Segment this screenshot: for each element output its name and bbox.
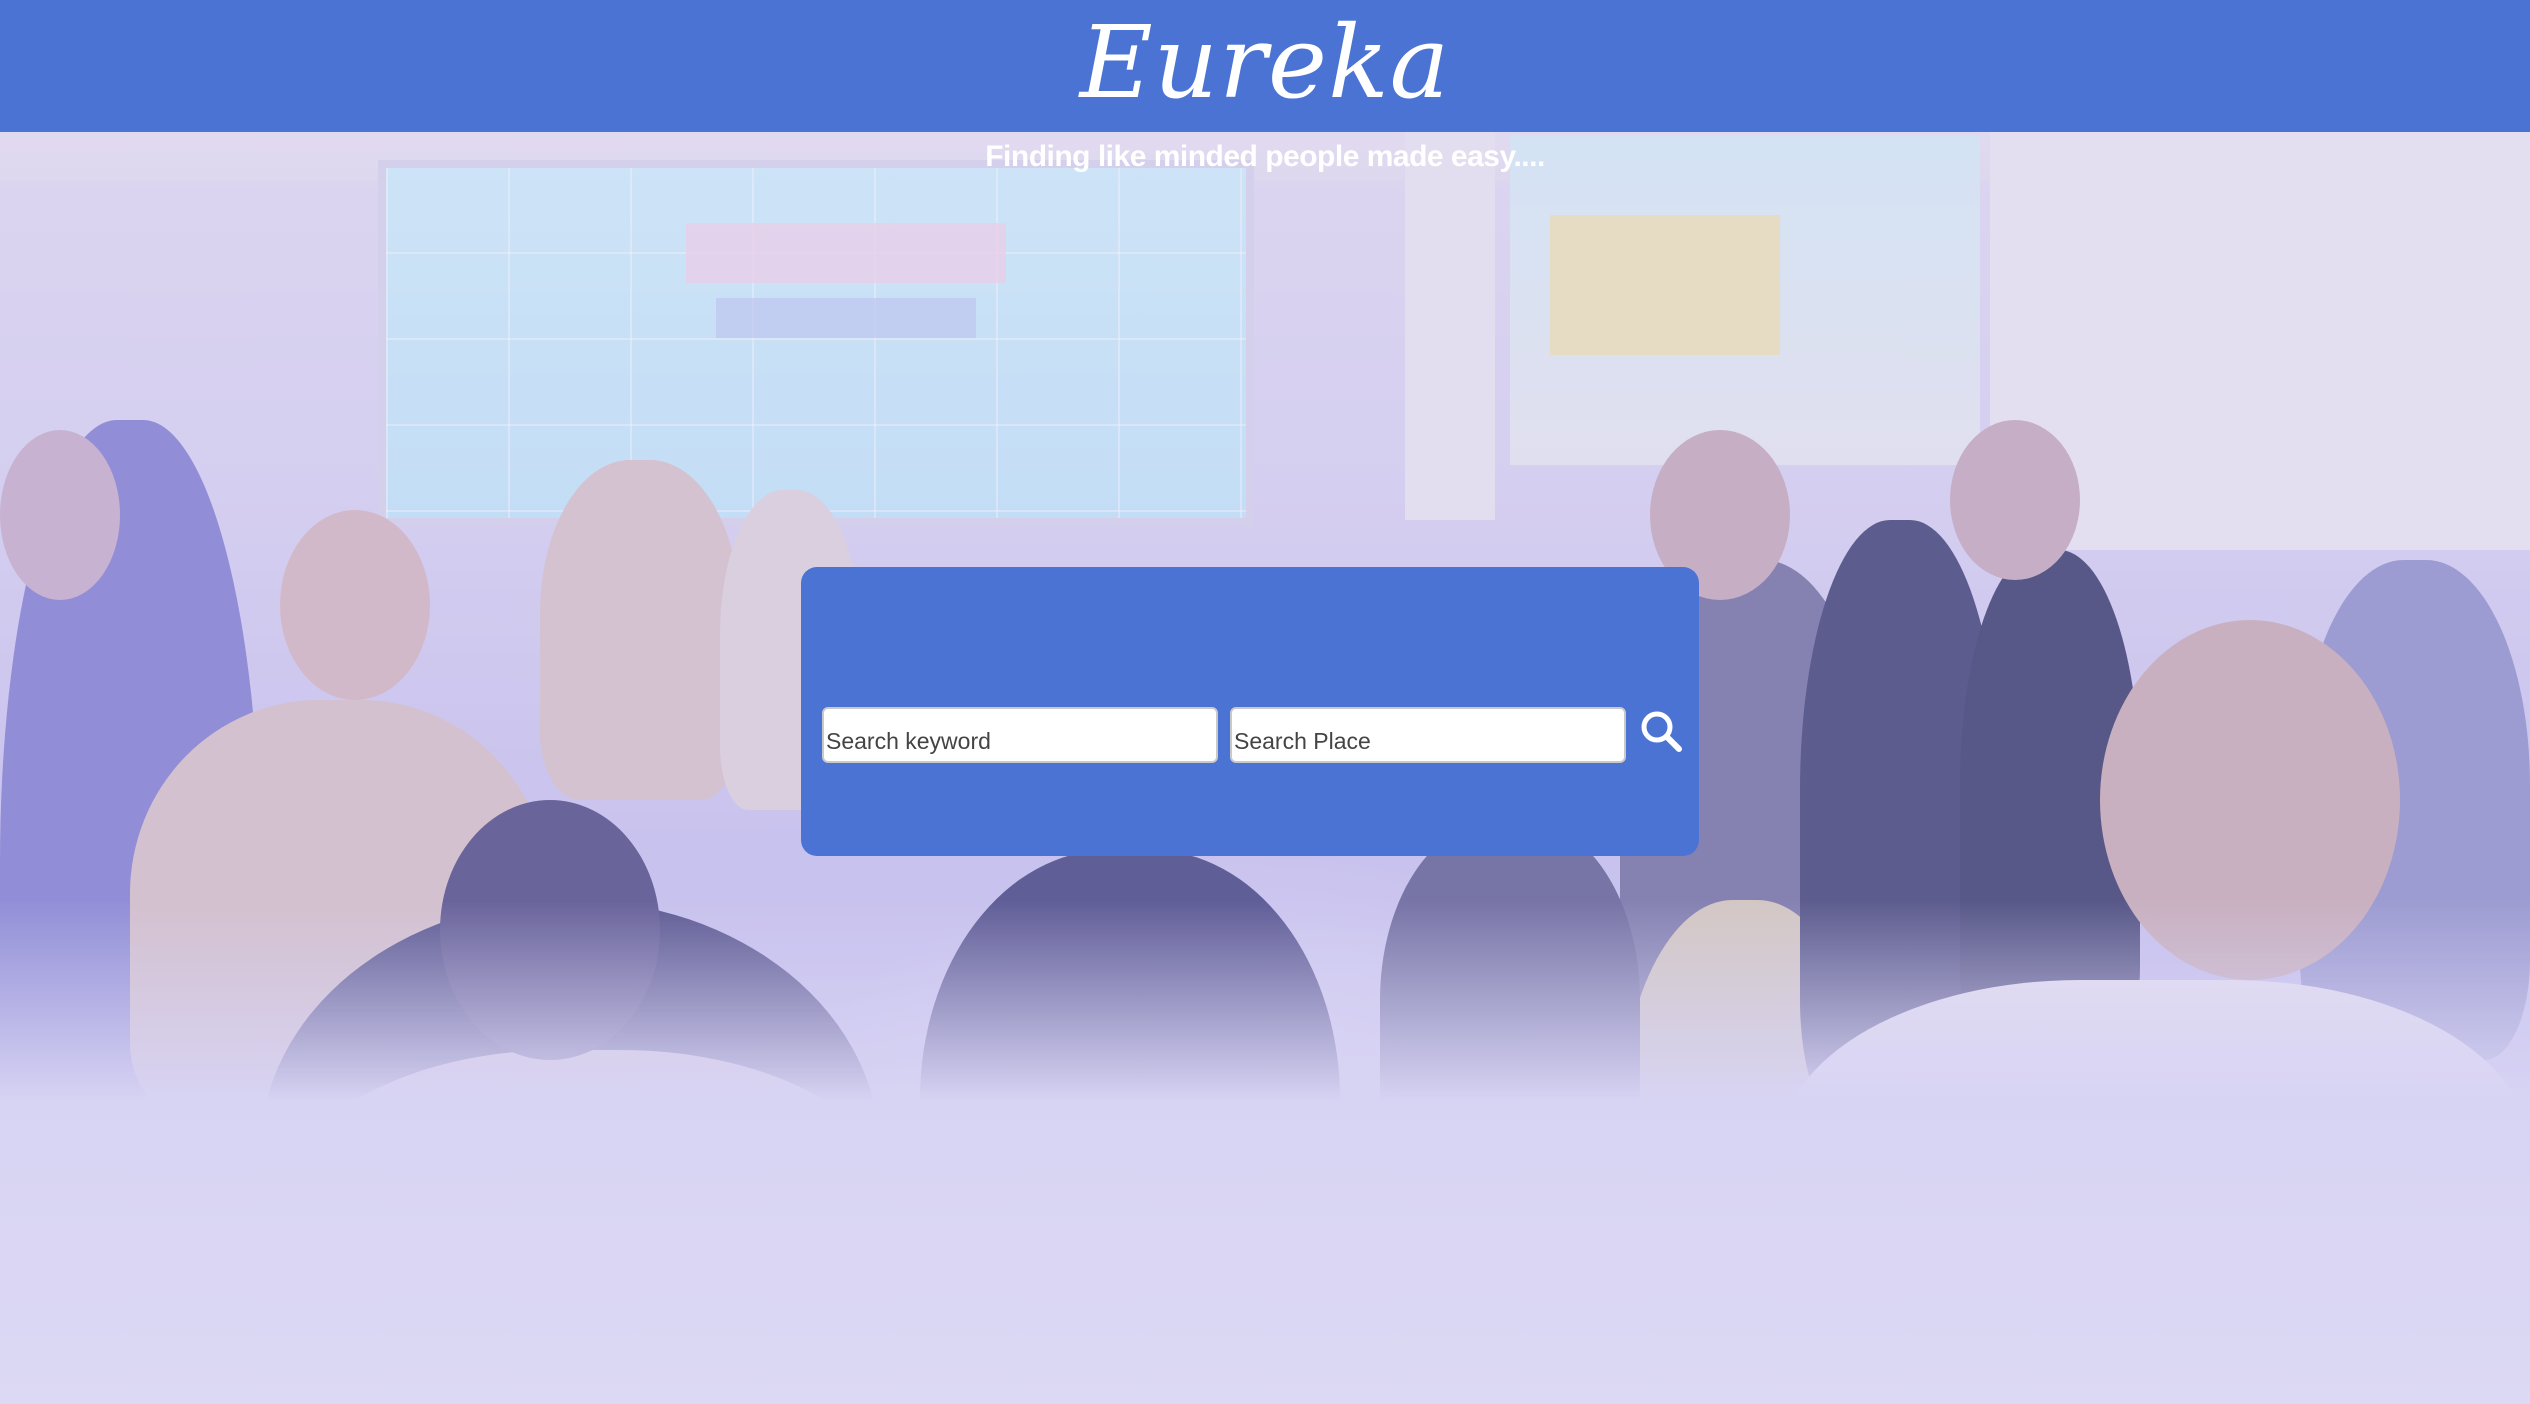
tagline: Finding like minded people made easy.... <box>985 140 1545 173</box>
brand-logo[interactable]: Eureka <box>1080 13 1451 113</box>
search-button[interactable] <box>1636 707 1686 757</box>
search-icon <box>1641 711 1682 752</box>
search-panel <box>801 567 1699 856</box>
site-header: Eureka <box>0 0 2530 132</box>
search-place-input[interactable] <box>1230 707 1626 763</box>
search-keyword-input[interactable] <box>822 707 1218 763</box>
